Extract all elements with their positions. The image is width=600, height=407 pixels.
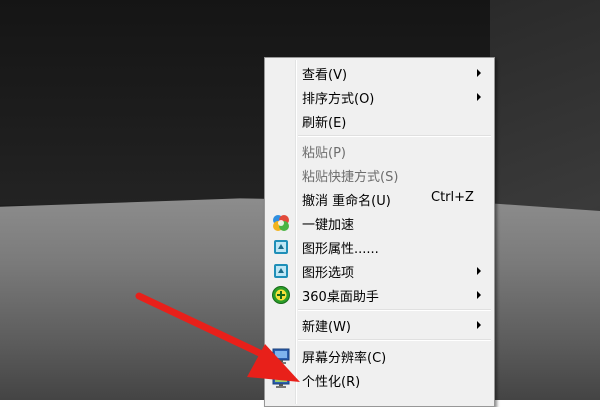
menu-item-view[interactable]: 查看(V) <box>267 61 492 85</box>
menu-item-screen-resolution[interactable]: 屏幕分辨率(C) <box>267 344 492 368</box>
desktop-context-menu: 查看(V) 排序方式(O) 刷新(E) 粘贴(P) 粘贴快捷方式(S) 撤消 重… <box>264 57 495 407</box>
submenu-arrow-icon <box>477 93 481 101</box>
menu-item-label: 一键加速 <box>302 218 355 233</box>
menu-item-graphics-properties[interactable]: 图形属性...... <box>267 235 492 259</box>
menu-separator <box>298 135 491 137</box>
menu-item-label: 刷新(E) <box>302 116 347 131</box>
menu-item-paste-shortcut: 粘贴快捷方式(S) <box>267 163 492 187</box>
menu-item-label: 排序方式(O) <box>302 92 375 107</box>
menu-separator <box>298 339 491 341</box>
menu-item-new[interactable]: 新建(W) <box>267 313 492 337</box>
submenu-arrow-icon <box>477 267 481 275</box>
menu-item-label: 屏幕分辨率(C) <box>302 351 387 366</box>
menu-item-label: 个性化(R) <box>302 375 361 390</box>
menu-item-label: 粘贴快捷方式(S) <box>302 170 399 185</box>
screen-resolution-icon <box>272 348 290 364</box>
menu-item-label: 360桌面助手 <box>302 290 379 305</box>
menu-item-label: 图形选项 <box>302 266 355 281</box>
menu-item-sort-by[interactable]: 排序方式(O) <box>267 85 492 109</box>
menu-item-label: 粘贴(P) <box>302 146 346 161</box>
submenu-arrow-icon <box>477 321 481 329</box>
menu-item-shortcut: Ctrl+Z <box>431 190 474 205</box>
menu-item-label: 撤消 重命名(U) <box>302 194 391 209</box>
menu-item-speedup[interactable]: 一键加速 <box>267 211 492 235</box>
personalize-icon <box>272 372 290 388</box>
graphics-properties-icon <box>274 240 288 254</box>
menu-item-personalize[interactable]: 个性化(R) <box>267 368 492 392</box>
menu-item-label: 图形属性...... <box>302 242 379 257</box>
desktop-assistant-icon <box>272 286 290 304</box>
submenu-arrow-icon <box>477 69 481 77</box>
speedup-icon <box>273 215 289 231</box>
menu-item-paste: 粘贴(P) <box>267 139 492 163</box>
menu-item-refresh[interactable]: 刷新(E) <box>267 109 492 133</box>
menu-item-undo-rename[interactable]: 撤消 重命名(U) Ctrl+Z <box>267 187 492 211</box>
menu-item-label: 新建(W) <box>302 320 351 335</box>
menu-separator <box>298 309 491 311</box>
menu-item-label: 查看(V) <box>302 68 348 83</box>
submenu-arrow-icon <box>477 291 481 299</box>
graphics-options-icon <box>274 264 288 278</box>
menu-item-360-desktop-assistant[interactable]: 360桌面助手 <box>267 283 492 307</box>
menu-item-graphics-options[interactable]: 图形选项 <box>267 259 492 283</box>
